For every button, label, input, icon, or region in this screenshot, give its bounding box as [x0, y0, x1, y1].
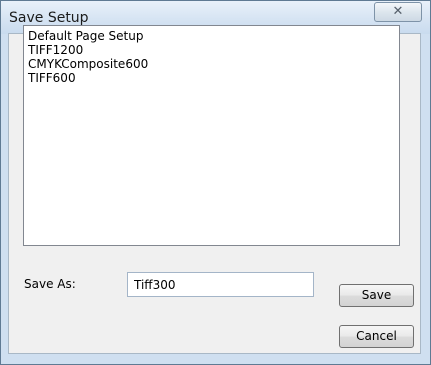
- list-item[interactable]: TIFF600: [28, 71, 395, 85]
- list-item[interactable]: TIFF1200: [28, 43, 395, 57]
- list-item[interactable]: CMYKComposite600: [28, 57, 395, 71]
- dialog-title: Save Setup: [9, 10, 89, 26]
- cancel-button[interactable]: Cancel: [339, 325, 414, 348]
- save-button[interactable]: Save: [339, 284, 414, 307]
- list-item[interactable]: Default Page Setup: [28, 29, 395, 43]
- save-as-label: Save As:: [24, 277, 76, 291]
- save-as-input[interactable]: [127, 272, 314, 297]
- page-setup-list[interactable]: Default Page Setup TIFF1200 CMYKComposit…: [23, 25, 400, 246]
- close-button[interactable]: ✕: [374, 2, 422, 22]
- close-icon: ✕: [392, 4, 404, 19]
